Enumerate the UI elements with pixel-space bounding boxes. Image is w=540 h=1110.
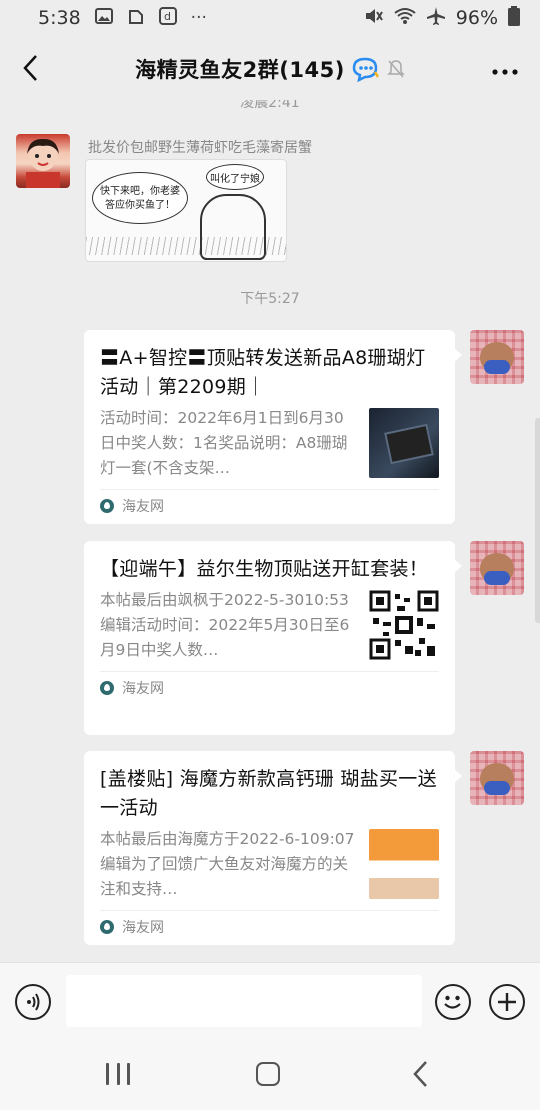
- sender-name: 批发价包邮野生薄荷虾吃毛藻寄居蟹: [88, 140, 312, 156]
- link-card-source: 海友网: [122, 920, 164, 936]
- bubble-tail: [454, 348, 462, 362]
- tiktok-notification-icon: d: [158, 6, 177, 30]
- voice-input-button[interactable]: [15, 984, 51, 1020]
- system-back-button[interactable]: [410, 1060, 430, 1088]
- chat-title: 海精灵鱼友2群(145): [135, 58, 345, 82]
- link-card-message[interactable]: [盖楼贴] 海魔方新款高钙珊 瑚盐买一送一活动 本帖最后由海魔方于2022-6-…: [84, 751, 462, 945]
- battery-icon: [508, 5, 520, 31]
- chat-title-container[interactable]: 海精灵鱼友2群(145): [0, 54, 540, 84]
- scroll-handle[interactable]: [535, 418, 540, 623]
- wifi-icon: [394, 7, 416, 30]
- link-card-thumbnail: [369, 829, 439, 899]
- comic-speech-bubble-left: 快下来吧，你老婆 答应你买鱼了！: [92, 172, 188, 224]
- message-input-bar: [0, 962, 540, 1036]
- link-card-title: 〓A+智控〓顶贴转发送新品A8珊瑚灯活动｜第2209期｜: [100, 347, 426, 398]
- link-card-message[interactable]: 【迎端午】益尔生物顶贴送开缸套装！ 本帖最后由飒枫于2022-5-3010:53…: [84, 541, 462, 735]
- image-notification-icon: [94, 7, 113, 29]
- airplane-mode-icon: [426, 6, 446, 31]
- site-logo-icon: [100, 920, 114, 934]
- message-text-input[interactable]: [66, 975, 422, 1027]
- link-card-thumbnail: [369, 408, 439, 478]
- chat-bubble-icon: [352, 57, 379, 82]
- timestamp-label: 下午5:27: [240, 291, 300, 307]
- more-notifications-icon: ···: [190, 8, 207, 28]
- avatar-badge: [484, 781, 510, 795]
- home-button[interactable]: [256, 1062, 280, 1086]
- link-card-source: 海友网: [122, 681, 164, 697]
- recent-apps-button[interactable]: [106, 1063, 130, 1085]
- comic-grass-drawing: [86, 237, 286, 255]
- site-logo-icon: [100, 681, 114, 695]
- image-message[interactable]: 快下来吧，你老婆 答应你买鱼了！ 叫化了宁娘: [85, 159, 287, 262]
- chat-message-list[interactable]: 凌晨2:41 批发价包邮野生薄荷虾吃毛藻寄居蟹 快下来吧，你老婆 答应你买鱼了！…: [0, 100, 540, 962]
- link-card-title: 【迎端午】益尔生物顶贴送开缸套装！: [100, 558, 429, 580]
- mute-notifications-icon: [387, 60, 405, 78]
- avatar-badge: [484, 571, 510, 585]
- girl-avatar-image: [26, 138, 60, 188]
- avatar-badge: [484, 360, 510, 374]
- smiley-icon: [444, 995, 461, 1009]
- emoji-button[interactable]: [435, 984, 471, 1020]
- comic-speech-bubble-right: 叫化了宁娘: [206, 164, 264, 190]
- bubble-tail: [454, 559, 462, 573]
- timestamp-label: 凌晨2:41: [240, 100, 300, 111]
- link-card-source: 海友网: [122, 499, 164, 515]
- app-notification-icon: [127, 8, 145, 29]
- link-card-description: 本帖最后由飒枫于2022-5-3010:53编辑活动时间：2022年5月30日至…: [100, 591, 350, 659]
- site-logo-icon: [100, 499, 114, 513]
- mute-icon: [364, 7, 384, 30]
- link-card-message[interactable]: 〓A+智控〓顶贴转发送新品A8珊瑚灯活动｜第2209期｜ 活动时间：2022年6…: [84, 330, 462, 524]
- plus-icon: [498, 993, 516, 1011]
- sender-avatar[interactable]: [16, 134, 70, 188]
- more-options-button[interactable]: [492, 56, 518, 81]
- qr-code-icon: [369, 590, 439, 660]
- bubble-tail: [454, 769, 462, 783]
- more-dots-icon: [492, 69, 518, 75]
- more-actions-button[interactable]: [489, 984, 525, 1020]
- self-avatar[interactable]: [470, 330, 524, 384]
- link-card-title: [盖楼贴] 海魔方新款高钙珊 瑚盐买一送一活动: [100, 768, 437, 819]
- svg-text:d: d: [164, 10, 171, 23]
- self-avatar[interactable]: [470, 751, 524, 805]
- status-bar: 5:38 d ··· 96%: [0, 0, 540, 36]
- chat-header: 海精灵鱼友2群(145): [0, 36, 540, 100]
- back-arrow-icon: [413, 1061, 427, 1087]
- voice-icon: [27, 993, 40, 1011]
- link-card-description: 本帖最后由海魔方于2022-6-109:07编辑为了回馈广大鱼友对海魔方的关注和…: [100, 830, 355, 898]
- self-avatar[interactable]: [470, 541, 524, 595]
- link-card-description: 活动时间：2022年6月1日到6月30日中奖人数：1名奖品说明：A8珊瑚灯一套(…: [100, 409, 348, 477]
- qr-code-thumbnail: [369, 590, 439, 660]
- system-navigation-bar: [0, 1036, 540, 1110]
- status-time: 5:38: [38, 7, 81, 29]
- battery-percent: 96%: [455, 7, 498, 29]
